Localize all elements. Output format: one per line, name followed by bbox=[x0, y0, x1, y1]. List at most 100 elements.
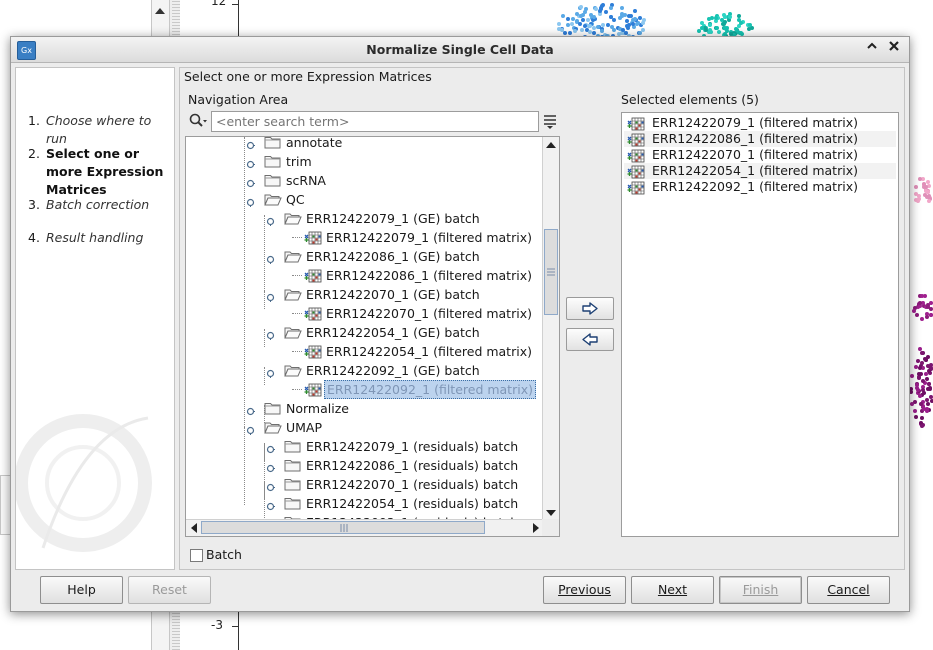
tree-item-matrix[interactable]: ERR12422070_1 (filtered matrix) bbox=[186, 304, 543, 323]
tree-guide-line bbox=[292, 389, 302, 390]
tree-item-matrix[interactable]: ERR12422054_1 (filtered matrix) bbox=[186, 342, 543, 361]
plot-point bbox=[917, 196, 922, 201]
selected-element[interactable]: ERR12422086_1 (filtered matrix) bbox=[624, 131, 896, 147]
tree-vertical-scroll-thumb[interactable] bbox=[544, 229, 558, 315]
tree-item-label: ERR12422070_1 (GE) batch bbox=[306, 287, 480, 302]
tree-item-matrix[interactable]: ERR12422092_1 (filtered matrix) bbox=[186, 380, 543, 399]
tree-item-folder[interactable]: UMAP bbox=[186, 418, 543, 437]
expand-node-icon[interactable] bbox=[266, 442, 275, 454]
plot-point bbox=[919, 350, 924, 355]
selected-element[interactable]: ERR12422092_1 (filtered matrix) bbox=[624, 179, 896, 195]
folder-open-icon bbox=[284, 249, 302, 264]
expand-node-icon[interactable] bbox=[246, 157, 255, 169]
plot-point bbox=[919, 294, 924, 299]
tree-item-folder[interactable]: ERR12422086_1 (residuals) batch bbox=[186, 456, 543, 475]
tree-item-folder[interactable]: Normalize bbox=[186, 399, 543, 418]
tree-item-folder[interactable]: ERR12422054_1 (GE) batch bbox=[186, 323, 543, 342]
tree-item-folder[interactable]: ERR12422070_1 (residuals) batch bbox=[186, 475, 543, 494]
filter-menu-icon[interactable] bbox=[542, 113, 558, 129]
folder-icon bbox=[264, 173, 282, 188]
tree-item-matrix[interactable]: ERR12422079_1 (filtered matrix) bbox=[186, 228, 543, 247]
watermark-logo-icon bbox=[16, 414, 152, 552]
expand-node-icon[interactable] bbox=[266, 499, 275, 511]
collapse-node-icon[interactable] bbox=[246, 195, 255, 207]
plot-point bbox=[919, 415, 924, 420]
scroll-up-arrow-icon[interactable] bbox=[155, 8, 165, 14]
plot-point bbox=[601, 2, 606, 7]
plot-point bbox=[912, 408, 917, 413]
plot-point bbox=[561, 13, 566, 18]
dialog-title: Normalize Single Cell Data bbox=[366, 42, 554, 57]
tree-vertical-scrollbar[interactable] bbox=[542, 137, 559, 520]
plot-point bbox=[638, 16, 642, 21]
scroll-right-arrow-icon[interactable] bbox=[532, 523, 540, 533]
folder-open-icon bbox=[284, 287, 302, 302]
tree-item-folder[interactable]: ERR12422079_1 (residuals) batch bbox=[186, 437, 543, 456]
expand-node-icon[interactable] bbox=[246, 404, 255, 416]
collapse-node-icon[interactable] bbox=[266, 252, 275, 264]
folder-open-icon bbox=[264, 420, 282, 435]
tree-item-folder[interactable]: ERR12422086_1 (GE) batch bbox=[186, 247, 543, 266]
batch-checkbox[interactable] bbox=[190, 549, 203, 562]
tree-item-label: ERR12422079_1 (residuals) batch bbox=[306, 439, 519, 454]
scroll-up-arrow-icon[interactable] bbox=[546, 141, 556, 149]
reset-button[interactable]: Reset bbox=[128, 576, 211, 604]
expand-node-icon[interactable] bbox=[266, 480, 275, 492]
search-input[interactable] bbox=[211, 111, 539, 132]
previous-button[interactable]: Previous bbox=[543, 576, 626, 604]
cancel-button[interactable]: Cancel bbox=[807, 576, 890, 604]
tree-item-matrix[interactable]: ERR12422086_1 (filtered matrix) bbox=[186, 266, 543, 285]
tree-item-folder[interactable]: scRNA bbox=[186, 171, 543, 190]
tree-item-folder[interactable]: trim bbox=[186, 152, 543, 171]
tree-item-folder[interactable]: ERR12422054_1 (residuals) batch bbox=[186, 494, 543, 513]
dialog-titlebar[interactable]: Gx Normalize Single Cell Data bbox=[11, 37, 909, 63]
tree-rows: annotate trim scRNA QC ERR12422079_1 (GE) ba… bbox=[186, 137, 543, 520]
folder-open-icon bbox=[264, 192, 282, 207]
selected-elements-list[interactable]: ERR12422079_1 (filtered matrix) ERR124220… bbox=[621, 112, 899, 537]
remove-selection-button[interactable] bbox=[566, 328, 614, 351]
selected-element[interactable]: ERR12422070_1 (filtered matrix) bbox=[624, 147, 896, 163]
collapse-node-icon[interactable] bbox=[266, 214, 275, 226]
scroll-down-arrow-icon[interactable] bbox=[546, 509, 556, 517]
search-icon[interactable] bbox=[188, 112, 210, 130]
collapse-node-icon[interactable] bbox=[246, 423, 255, 435]
close-icon[interactable] bbox=[885, 40, 903, 58]
tree-horizontal-scroll-thumb[interactable] bbox=[201, 521, 485, 534]
collapse-node-icon[interactable] bbox=[266, 328, 275, 340]
folder-icon bbox=[284, 477, 302, 492]
add-selection-button[interactable] bbox=[566, 297, 614, 320]
collapse-node-icon[interactable] bbox=[266, 290, 275, 302]
help-button[interactable]: Help bbox=[40, 576, 123, 604]
tree-item-folder[interactable]: ERR12422092_1 (GE) batch bbox=[186, 361, 543, 380]
folder-icon bbox=[264, 154, 282, 169]
tree-item-folder[interactable]: annotate bbox=[186, 137, 543, 152]
plot-point bbox=[726, 18, 731, 23]
expression-matrix-icon bbox=[627, 132, 645, 147]
tree-horizontal-scrollbar[interactable] bbox=[186, 519, 543, 536]
wizard-content: Select one or more Expression Matrices N… bbox=[179, 67, 905, 570]
tree-item-folder[interactable]: ERR12422079_1 (GE) batch bbox=[186, 209, 543, 228]
expand-node-icon[interactable] bbox=[246, 176, 255, 188]
step-label: Batch correction bbox=[46, 197, 150, 212]
collapse-node-icon[interactable] bbox=[266, 366, 275, 378]
plot-point bbox=[913, 184, 918, 189]
tree-item-folder[interactable]: ERR12422070_1 (GE) batch bbox=[186, 285, 543, 304]
selected-element[interactable]: ERR12422054_1 (filtered matrix) bbox=[624, 163, 896, 179]
expand-node-icon[interactable] bbox=[266, 461, 275, 473]
plot-point bbox=[591, 14, 596, 19]
arrow-right-icon bbox=[582, 302, 598, 315]
expression-matrix-icon bbox=[627, 148, 645, 163]
step-label: Result handling bbox=[46, 230, 144, 245]
tree-item-label: ERR12422054_1 (residuals) batch bbox=[306, 496, 519, 511]
tree-item-label: trim bbox=[286, 154, 312, 169]
finish-button[interactable]: Finish bbox=[719, 576, 802, 604]
collapse-icon[interactable] bbox=[863, 40, 881, 58]
next-button[interactable]: Next bbox=[631, 576, 714, 604]
selected-element-label: ERR12422079_1 (filtered matrix) bbox=[652, 115, 858, 130]
scroll-left-arrow-icon[interactable] bbox=[190, 523, 198, 533]
plot-point bbox=[621, 27, 626, 32]
expand-node-icon[interactable] bbox=[246, 138, 255, 150]
selected-element[interactable]: ERR12422079_1 (filtered matrix) bbox=[624, 115, 896, 131]
tree-item-folder[interactable]: QC bbox=[186, 190, 543, 209]
navigation-tree[interactable]: annotate trim scRNA QC ERR12422079_1 (GE) ba… bbox=[185, 136, 560, 537]
